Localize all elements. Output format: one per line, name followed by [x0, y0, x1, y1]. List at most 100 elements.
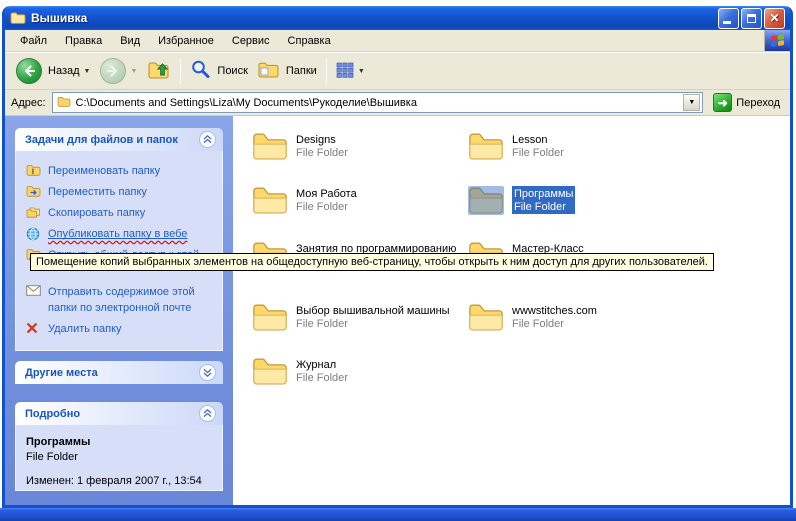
task-rename-folder[interactable]: Переименовать папку: [26, 163, 216, 179]
window-folder-icon: [10, 11, 26, 25]
task-link[interactable]: Переименовать папку: [48, 163, 160, 179]
back-label: Назад: [46, 65, 80, 77]
task-link[interactable]: Удалить папку: [48, 321, 122, 337]
main-area: Задачи для файлов и папок Переименовать …: [5, 116, 790, 505]
file-name: Программы: [512, 188, 575, 201]
search-button[interactable]: Поиск: [185, 57, 252, 85]
folder-icon: [468, 186, 504, 215]
address-dropdown-button[interactable]: ▼: [683, 94, 700, 111]
address-folder-icon: [57, 96, 71, 110]
go-arrow-icon: ➜: [713, 93, 732, 112]
toolbar-separator: [180, 59, 181, 84]
file-name: wwwstitches.com: [512, 305, 597, 318]
minimize-icon: [723, 21, 731, 24]
address-label: Адрес:: [11, 97, 46, 109]
file-item[interactable]: Выбор вышивальной машиныFile Folder: [252, 303, 457, 332]
minimize-button[interactable]: [718, 8, 739, 29]
task-link[interactable]: Опубликовать папку в вебе: [48, 226, 187, 242]
go-label: Переход: [736, 97, 780, 109]
file-type: File Folder: [512, 318, 597, 331]
file-type: File Folder: [296, 201, 357, 214]
menu-item-3[interactable]: Избранное: [149, 32, 223, 50]
details-file-type: File Folder: [26, 450, 216, 465]
folders-label: Папки: [284, 65, 317, 77]
file-type: File Folder: [296, 147, 348, 160]
folder-icon: [252, 303, 288, 332]
file-item[interactable]: wwwstitches.comFile Folder: [468, 303, 673, 332]
addressbar: Адрес: C:\Documents and Settings\Liza\My…: [5, 90, 790, 116]
file-item[interactable]: Моя РаботаFile Folder: [252, 186, 457, 215]
task-link[interactable]: Отправить содержимое этой папки по элект…: [48, 284, 216, 316]
tasks-section-header[interactable]: Задачи для файлов и папок: [15, 128, 223, 151]
folder-icon: [252, 357, 288, 386]
details-header[interactable]: Подробно: [15, 402, 223, 425]
file-item[interactable]: LessonFile Folder: [468, 132, 673, 161]
toolbar: Назад ▼ ▼: [5, 52, 790, 90]
file-type: File Folder: [512, 147, 564, 160]
delete-icon: [26, 322, 42, 334]
address-input[interactable]: C:\Documents and Settings\Liza\My Docume…: [52, 92, 704, 113]
task-email[interactable]: Отправить содержимое этой папки по элект…: [26, 284, 216, 316]
search-label: Поиск: [215, 65, 247, 77]
titlebar[interactable]: Вышивка ✕: [5, 6, 790, 30]
file-name: Lesson: [512, 134, 564, 147]
menu-item-4[interactable]: Сервис: [223, 32, 279, 50]
back-dropdown-icon[interactable]: ▼: [84, 68, 91, 75]
file-item[interactable]: ПрограммыFile Folder: [468, 186, 673, 215]
views-icon: [336, 62, 354, 81]
file-type: File Folder: [296, 372, 348, 385]
folder-icon: [252, 132, 288, 161]
rename-folder-icon: [26, 164, 42, 176]
task-publish-web[interactable]: Опубликовать папку в вебе: [26, 226, 216, 242]
close-button[interactable]: ✕: [764, 8, 785, 29]
folder-up-icon: [147, 59, 171, 84]
folders-icon: [258, 61, 280, 82]
menu-item-2[interactable]: Вид: [111, 32, 149, 50]
details-section: Подробно Программы File Folder Изменен: …: [15, 402, 223, 491]
file-item[interactable]: DesignsFile Folder: [252, 132, 457, 161]
maximize-icon: [747, 14, 756, 23]
task-list: Переименовать папку Переместить папку Скоп…: [15, 151, 223, 351]
chevron-down-icon[interactable]: [199, 364, 216, 381]
file-type: File Folder: [512, 201, 575, 214]
chevron-up-icon[interactable]: [199, 131, 216, 148]
taskbar[interactable]: [0, 508, 796, 521]
views-dropdown-icon[interactable]: ▼: [358, 68, 365, 75]
file-list: DesignsFile FolderМоя РаботаFile FolderЗ…: [233, 116, 790, 505]
up-button[interactable]: [142, 57, 176, 86]
back-button[interactable]: Назад ▼: [11, 56, 95, 86]
task-delete[interactable]: Удалить папку: [26, 321, 216, 337]
move-folder-icon: [26, 185, 42, 197]
file-name: Выбор вышивальной машины: [296, 305, 450, 318]
go-button[interactable]: ➜ Переход: [709, 93, 784, 112]
chevron-up-icon[interactable]: [199, 405, 216, 422]
toolbar-separator: [326, 59, 327, 84]
copy-folder-icon: [26, 206, 42, 218]
folders-button[interactable]: Папки: [253, 59, 322, 84]
maximize-button[interactable]: [741, 8, 762, 29]
other-places-title: Другие места: [25, 367, 98, 379]
menu-item-1[interactable]: Правка: [56, 32, 111, 50]
task-link[interactable]: Переместить папку: [48, 184, 147, 200]
forward-button[interactable]: ▼: [95, 56, 142, 86]
task-move-folder[interactable]: Переместить папку: [26, 184, 216, 200]
details-title: Подробно: [25, 408, 80, 420]
menu-item-5[interactable]: Справка: [279, 32, 340, 50]
other-places-section: Другие места: [15, 361, 223, 384]
menu-items: ФайлПравкаВидИзбранноеСервисСправка: [5, 30, 340, 51]
file-item[interactable]: ЖурналFile Folder: [252, 357, 457, 386]
forward-dropdown-icon[interactable]: ▼: [130, 68, 137, 75]
views-button[interactable]: ▼: [331, 60, 370, 83]
file-name: Designs: [296, 134, 348, 147]
file-name: Моя Работа: [296, 188, 357, 201]
tasks-section: Задачи для файлов и папок Переименовать …: [15, 128, 223, 351]
task-link[interactable]: Скопировать папку: [48, 205, 145, 221]
file-type: File Folder: [296, 318, 450, 331]
other-places-header[interactable]: Другие места: [15, 361, 223, 384]
address-path[interactable]: C:\Documents and Settings\Liza\My Docume…: [76, 97, 679, 109]
folder-icon: [252, 186, 288, 215]
file-name: Журнал: [296, 359, 348, 372]
task-copy-folder[interactable]: Скопировать папку: [26, 205, 216, 221]
window-title: Вышивка: [31, 11, 716, 25]
menu-item-0[interactable]: Файл: [11, 32, 56, 50]
